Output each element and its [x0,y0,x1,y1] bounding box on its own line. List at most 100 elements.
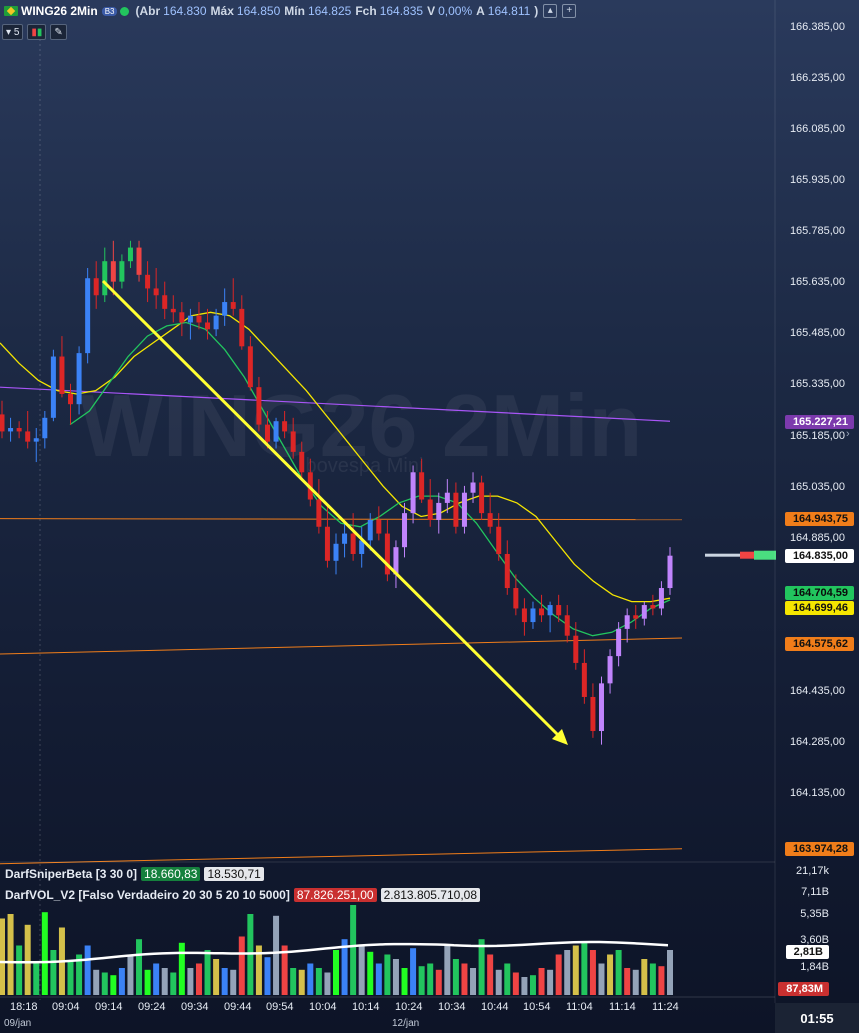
candle-body [573,635,579,663]
volume-bar [572,945,579,995]
time-axis-label: 10:54 [523,1001,551,1013]
volume-bar [221,968,228,995]
low-value: 164.825 [307,4,352,18]
price-tag: 163.974,28 [784,842,854,856]
ask-value: 164.811 [487,4,531,18]
candle-body [402,513,408,548]
volume-bar [358,945,365,995]
sniper-value-2: 18.530,71 [204,867,264,881]
sniper-value-1: 18.660,83 [141,867,201,881]
candle-body [470,482,476,493]
volume-indicator-label[interactable]: DarfVOL_V2 [Falso Verdadeiro 20 30 5 20 … [5,888,480,902]
volume-bar [615,950,622,995]
time-axis-label: 09:04 [52,1001,80,1013]
price-axis-label: 165.935,00 [789,174,845,187]
time-axis-label: 09:24 [138,1001,166,1013]
date-axis-label: 12/jan [392,1018,420,1029]
candle-body [179,312,185,323]
volume-bar [427,963,434,995]
candle-body [427,499,433,520]
candle-body [136,247,142,275]
candle-body [367,519,373,541]
volume-bar [7,914,14,995]
candle-body [453,492,459,527]
symbol-label[interactable]: WING26 2Min [21,4,98,18]
volume-bar [367,951,374,995]
volume-bar [392,959,399,995]
candle-body [119,261,125,282]
price-axis-label: 165.635,00 [789,276,845,289]
volume-bar [452,959,459,995]
trend-arrow-line [101,279,562,739]
price-axis-label: 165.785,00 [789,225,845,238]
candle-body [127,247,133,262]
collapse-button[interactable]: ▴ [543,4,558,18]
volume-value-2: 2.813.805.710,08 [380,888,480,902]
volume-bar [444,945,451,995]
candle-body [170,308,176,313]
volume-bar [315,968,322,995]
volume-bar [161,968,168,995]
volume-bar [84,945,91,995]
time-axis-label: 10:04 [309,1001,337,1013]
close-label: Fch [355,4,377,18]
volume-bar [598,963,605,995]
volume-axis-label: 21,17k [795,865,829,877]
sniper-indicator-label[interactable]: DarfSniperBeta [3 30 0] 18.660,83 18.530… [5,867,264,881]
candle-body [102,261,108,296]
candle-body [496,526,502,554]
chevron-right-icon[interactable]: › [846,428,850,440]
ask-label: A [476,4,485,18]
price-axis-label: 166.085,00 [789,123,845,136]
price-axis-label: 165.335,00 [789,378,845,391]
volume-bar [50,950,57,995]
candle-body [0,414,5,432]
volume-tag: 87,83M [778,982,829,996]
book-depth-bar [705,553,745,557]
candle-body [658,588,664,609]
price-tag: 164.835,00 [784,549,854,563]
candle-body [230,302,236,309]
time-axis-label: 10:14 [352,1001,380,1013]
candle-style-icon[interactable]: ▮ ▮ [27,24,47,40]
low-label: Mín [284,4,305,18]
candle-body [162,295,168,309]
volume-tag: 2,81B [785,945,829,959]
volume-bar [187,968,194,995]
candle-body [76,353,82,405]
volume-bar [178,942,185,995]
price-tag: 164.704,59 [784,586,854,600]
volume-bar [538,968,545,995]
book-depth-bar [754,550,776,560]
candle-body [299,451,305,473]
candle-body [264,424,270,442]
add-indicator-button[interactable]: + [562,4,577,18]
candle-body [461,492,467,527]
volume-bar [495,969,502,995]
candle-body [153,288,159,296]
volume-bar [375,963,382,995]
candle-body [633,615,639,619]
volume-bar [170,972,177,995]
price-axis-label: 164.885,00 [789,531,845,544]
candle-body [205,322,211,330]
candle-body [196,315,202,323]
level-line [0,848,683,865]
volume-bar [264,957,271,995]
volume-bar [238,936,245,995]
volume-bar [136,939,143,995]
price-axis-label: 166.385,00 [789,21,845,33]
candle-body [282,421,288,432]
vwap-line [0,386,671,422]
volume-bar [487,954,494,995]
drawing-tool-icon[interactable]: ✎ [50,24,67,40]
volume-bar [127,954,134,995]
volume-bar [667,950,673,995]
candle-body [539,608,545,616]
volume-bar [93,969,100,995]
layers-dropdown[interactable]: ▾ 5 [2,24,24,40]
volume-bar [16,945,23,995]
candle-body [85,278,91,354]
candle-body [273,421,279,442]
volume-bar [195,963,202,995]
